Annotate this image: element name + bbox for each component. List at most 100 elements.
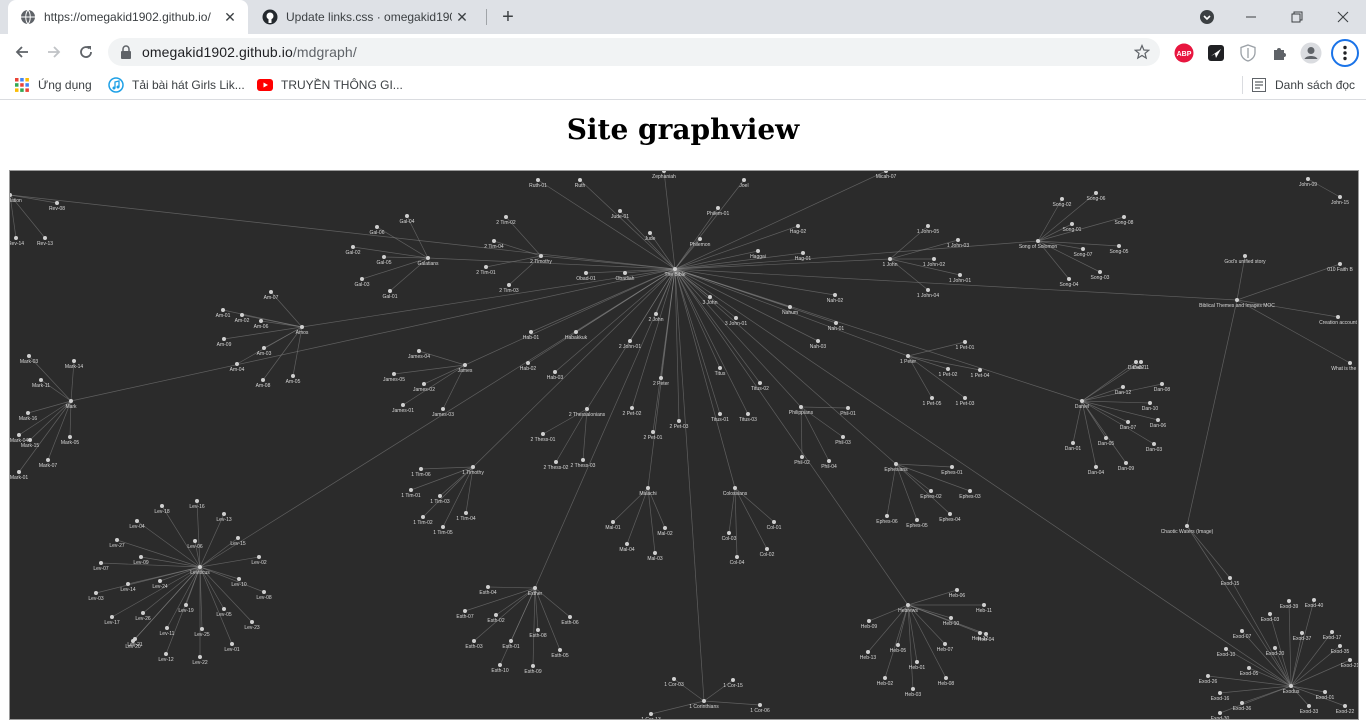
- graph-node-james[interactable]: James: [458, 363, 473, 374]
- graph-node-dan-01[interactable]: Dan-01: [1065, 441, 1082, 452]
- graph-node-dot[interactable]: [484, 265, 488, 269]
- graph-node-dot[interactable]: [1338, 262, 1342, 266]
- graph-node-mal-03[interactable]: Mal-03: [647, 551, 663, 562]
- graph-node-dot[interactable]: [816, 339, 820, 343]
- graph-node-dot[interactable]: [1268, 612, 1272, 616]
- graph-node-dot[interactable]: [262, 590, 266, 594]
- graph-node-esth-06[interactable]: Esth-06: [561, 615, 579, 626]
- graph-node-dot[interactable]: [1117, 244, 1121, 248]
- graph-node-zephaniah[interactable]: Zephaniah: [652, 171, 676, 180]
- graph-node-hab-02[interactable]: Hab-02: [520, 361, 537, 372]
- graph-node-exod-37[interactable]: Exod-37: [1293, 631, 1312, 642]
- graph-node-mal-02[interactable]: Mal-02: [657, 526, 673, 537]
- graph-node-dot[interactable]: [982, 603, 986, 607]
- graph-node-dot[interactable]: [240, 313, 244, 317]
- graph-node-dot[interactable]: [222, 512, 226, 516]
- graph-node-dot[interactable]: [464, 511, 468, 515]
- graph-node-dot[interactable]: [677, 419, 681, 423]
- graph-node-2-tim-01[interactable]: 2 Tim-01: [476, 265, 496, 276]
- graph-node-dot[interactable]: [584, 271, 588, 275]
- graph-node-ephesians[interactable]: Ephesians: [884, 462, 908, 473]
- graph-node-heb-03[interactable]: Heb-03: [905, 687, 922, 698]
- graph-node-exod-35[interactable]: Exod-35: [1331, 644, 1350, 655]
- graph-node-dot[interactable]: [1289, 684, 1293, 688]
- bookmark-music[interactable]: Tải bài hát Girls Lik...: [108, 76, 245, 94]
- graph-node-god-s-unified-story[interactable]: God's unified story: [1224, 254, 1266, 265]
- graph-node-mark-07[interactable]: Mark-07: [39, 458, 58, 469]
- graph-node-dot[interactable]: [1336, 315, 1340, 319]
- graph-node-dot[interactable]: [800, 455, 804, 459]
- graph-node-3-john-01[interactable]: 3 John-01: [725, 316, 747, 327]
- graph-node-nahum[interactable]: Nahum: [782, 305, 798, 316]
- graph-node-dot[interactable]: [441, 407, 445, 411]
- graph-node-dot[interactable]: [1094, 465, 1098, 469]
- graph-node-dot[interactable]: [236, 536, 240, 540]
- graph-node-dot[interactable]: [1067, 277, 1071, 281]
- graph-node-1-cor-15[interactable]: 1 Cor-15: [723, 678, 743, 689]
- graph-node-dot[interactable]: [158, 579, 162, 583]
- graph-node-1-pet-03[interactable]: 1 Pet-03: [956, 396, 975, 407]
- graph-node-am-01[interactable]: Am-01: [216, 308, 231, 319]
- graph-node-dot[interactable]: [541, 432, 545, 436]
- address-bar[interactable]: omegakid1902.github.io/mdgraph/: [108, 38, 1160, 66]
- graph-node-dot[interactable]: [618, 209, 622, 213]
- graph-node-ephes-03[interactable]: Ephes-03: [959, 489, 981, 500]
- graph-node-titus[interactable]: Titus: [715, 366, 726, 377]
- graph-node-dot[interactable]: [915, 518, 919, 522]
- graph-node-dot[interactable]: [1156, 418, 1160, 422]
- graph-node-dot[interactable]: [494, 613, 498, 617]
- graph-node-lev-11[interactable]: Lev-11: [160, 626, 175, 637]
- graph-node-james-01[interactable]: James-01: [392, 403, 414, 414]
- graph-node-dot[interactable]: [43, 236, 47, 240]
- graph-node-heb-08[interactable]: Heb-08: [938, 676, 955, 687]
- graph-node-philem-01[interactable]: Philem-01: [707, 206, 730, 217]
- graph-node-dot[interactable]: [799, 405, 803, 409]
- graph-node-dot[interactable]: [648, 231, 652, 235]
- bookmark-apps[interactable]: Ứng dụng: [14, 76, 92, 94]
- graph-node-dot[interactable]: [568, 615, 572, 619]
- graph-node-lev-01[interactable]: Lev-01: [224, 642, 240, 653]
- graph-node-dot[interactable]: [553, 370, 557, 374]
- graph-node-dot[interactable]: [1338, 195, 1342, 199]
- graph-node-hab-03[interactable]: Hab-03: [547, 370, 564, 381]
- graph-node-exod-33[interactable]: Exod-33: [1300, 704, 1319, 715]
- graph-node-mark-01[interactable]: Mark-01: [10, 470, 28, 481]
- graph-node-exod-30[interactable]: Exod-30: [1211, 711, 1230, 720]
- graph-node-gal-04[interactable]: Gal-04: [399, 214, 415, 225]
- graph-node-1-tim-04[interactable]: 1 Tim-04: [456, 511, 476, 522]
- graph-node-ephes-02[interactable]: Ephes-02: [920, 489, 942, 500]
- graph-node-dot[interactable]: [611, 520, 615, 524]
- graph-node-dot[interactable]: [472, 639, 476, 643]
- graph-node-dot[interactable]: [1307, 704, 1311, 708]
- graph-node-dot[interactable]: [772, 520, 776, 524]
- graph-node-mark-11[interactable]: Mark-11: [32, 378, 50, 389]
- graph-node-dot[interactable]: [133, 637, 137, 641]
- graph-node-dot[interactable]: [662, 171, 666, 173]
- graph-node-exod-10[interactable]: Exod-10: [1217, 647, 1236, 658]
- graph-node-dot[interactable]: [291, 374, 295, 378]
- graph-node-dot[interactable]: [698, 237, 702, 241]
- graph-node-2-thess-03[interactable]: 2 Thess-03: [571, 458, 596, 469]
- graph-node-dot[interactable]: [623, 271, 627, 275]
- graph-node-1-cor-03[interactable]: 1 Cor-03: [664, 677, 684, 688]
- bookmark-youtube[interactable]: TRUYỀN THÔNG GI...: [257, 76, 403, 94]
- graph-node-dot[interactable]: [884, 171, 888, 173]
- graph-node-gal-06[interactable]: Gal-06: [369, 225, 385, 236]
- graph-node-1-pet-02[interactable]: 1 Pet-02: [939, 367, 958, 378]
- graph-node-titus-03[interactable]: Titus-03: [739, 412, 757, 423]
- graph-node-2-thessalonians[interactable]: 2 Thessalonians: [569, 407, 606, 418]
- graph-node-dan-06[interactable]: Dan-06: [1150, 418, 1167, 429]
- graph-node-dot[interactable]: [533, 586, 537, 590]
- graph-node-rev-13[interactable]: Rev-13: [37, 236, 53, 247]
- graph-node-dot[interactable]: [375, 225, 379, 229]
- graph-node-james-04[interactable]: James-04: [408, 349, 430, 360]
- graph-node-dot[interactable]: [351, 245, 355, 249]
- graph-node-2-pet-02[interactable]: 2 Pet-02: [623, 406, 642, 417]
- graph-node-am-08[interactable]: Am-08: [256, 378, 271, 389]
- graph-node-dot[interactable]: [1330, 630, 1334, 634]
- graph-node-1-corinthians[interactable]: 1 Corinthians: [689, 699, 719, 710]
- graph-node-mal-01[interactable]: Mal-01: [605, 520, 621, 531]
- new-tab-button[interactable]: +: [496, 5, 520, 29]
- graph-node-dot[interactable]: [718, 412, 722, 416]
- graph-node-dot[interactable]: [222, 337, 226, 341]
